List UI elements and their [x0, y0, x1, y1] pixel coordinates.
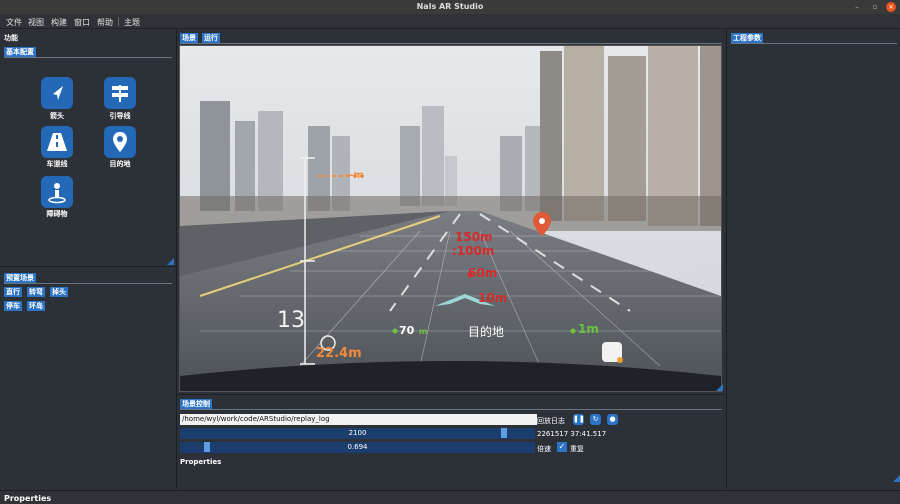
divider	[180, 409, 722, 410]
frame-slider-handle[interactable]	[501, 428, 507, 438]
lane-tool-label: 车道线	[46, 160, 68, 168]
preset-straight-button[interactable]: 直行	[4, 287, 22, 297]
maximize-icon[interactable]: ▫	[870, 2, 880, 12]
obstacle-tool-label: 障碍物	[46, 210, 68, 218]
playback-log-label: 回放日志	[537, 417, 565, 425]
properties-label: Properties	[180, 458, 222, 466]
pause-icon: ❚❚	[573, 415, 585, 423]
distance-10m: 10m	[478, 291, 508, 305]
divider	[180, 43, 722, 44]
menu-file[interactable]: 文件	[6, 17, 22, 28]
stop-icon: ●	[609, 415, 616, 423]
menu-view[interactable]: 视图	[28, 17, 44, 28]
bottom-dock: Properties	[0, 490, 900, 504]
destination-tool-label: 目的地	[109, 160, 131, 168]
menu-theme[interactable]: 主题	[124, 17, 140, 28]
stop-button[interactable]: ●	[607, 414, 618, 425]
title-bar: Nals AR Studio – ▫ ×	[0, 0, 900, 15]
person-obstacle-icon	[48, 183, 66, 204]
function-header: 功能	[4, 34, 18, 42]
preset-scenes-tag: 预置场景	[4, 273, 36, 283]
distance-60m: 60m	[468, 266, 498, 280]
destination-label: 目的地	[468, 325, 505, 339]
resize-grip-icon[interactable]	[167, 258, 174, 265]
preset-uturn-button[interactable]: 掉头	[50, 287, 68, 297]
tab-run[interactable]: 运行	[202, 33, 220, 43]
speed-slider[interactable]: 0.694	[180, 442, 535, 453]
scene-control-tag: 场景控制	[180, 399, 212, 409]
basic-config-tag: 基本配置	[4, 47, 36, 57]
menu-build[interactable]: 构建	[51, 17, 67, 28]
frame-slider[interactable]: 2100	[180, 428, 535, 439]
preset-park-button[interactable]: 停车	[4, 301, 22, 311]
tab-scene[interactable]: 场景	[180, 33, 198, 43]
guideline-tool-button[interactable]	[104, 77, 136, 109]
left-distance-unit: m	[419, 327, 428, 336]
frame-value: 2100	[348, 429, 367, 437]
lane-tool-button[interactable]	[41, 126, 73, 158]
resize-grip-icon[interactable]	[716, 384, 723, 391]
timestamp: 2261517 37:41.517	[537, 430, 607, 438]
minimize-icon[interactable]: –	[852, 2, 862, 12]
menu-help[interactable]: 帮助	[97, 17, 113, 28]
repeat-checkbox[interactable]: ✓	[557, 442, 567, 452]
preset-turn-button[interactable]: 转弯	[27, 287, 45, 297]
arrow-tool-button[interactable]	[41, 77, 73, 109]
pause-button[interactable]: ❚❚	[573, 414, 585, 425]
distance-150m: 150m	[455, 230, 493, 244]
divider	[4, 57, 172, 58]
refresh-icon: ↻	[592, 415, 599, 423]
checkmark-icon: ✓	[558, 442, 566, 451]
divider	[731, 43, 897, 44]
divider	[4, 283, 172, 284]
right-distance-value: 1m	[578, 322, 599, 336]
scale-number: 13	[277, 308, 305, 333]
arrow-tool-label: 箭头	[50, 112, 64, 120]
right-panel: 工程参数	[726, 29, 900, 489]
ar-scene-image	[180, 46, 721, 391]
guideline-tool-label: 引导线	[109, 112, 131, 120]
road-icon	[47, 133, 67, 151]
speed-value: 0.694	[347, 443, 368, 451]
left-distance-value: 70	[399, 324, 415, 337]
distance-100m: :100m	[452, 244, 495, 258]
arrow-nav-icon	[53, 86, 63, 100]
scene-panel: 场景 运行 13 --m 150m:100m 60m 10m 70 m 目的地…	[177, 29, 725, 393]
speed-slider-handle[interactable]	[204, 442, 210, 452]
speed-label: 倍速	[537, 445, 551, 453]
obstacle-tool-button[interactable]	[41, 176, 73, 208]
project-params-tag: 工程参数	[731, 33, 763, 43]
ar-viewport[interactable]: 13 --m 150m :100m 60m 10m 70 m 目的地 1m 22…	[179, 45, 722, 392]
menu-bar: 文件 视图 构建 窗口 帮助 主题	[0, 14, 900, 29]
refresh-button[interactable]: ↻	[590, 414, 601, 425]
bottom-properties-label: Properties	[4, 494, 52, 503]
panel-separator	[0, 266, 176, 267]
left-panel: 功能 基本配置 箭头 引导线 车道线 目的地 障碍物 预置场景 直行 转弯 掉头…	[0, 29, 177, 489]
menu-separator	[118, 17, 119, 26]
window-title: Nals AR Studio	[416, 2, 484, 11]
log-path-field[interactable]: /home/wyl/work/code/ARStudio/replay_log	[180, 414, 537, 425]
preset-roundabout-button[interactable]: 环岛	[27, 301, 45, 311]
location-pin-icon	[113, 132, 127, 152]
signpost-icon	[112, 85, 128, 102]
scene-control-panel: 场景控制 /home/wyl/work/code/ARStudio/replay…	[177, 394, 725, 490]
repeat-label: 重复	[570, 445, 584, 453]
dashed-distance-label: --m	[345, 170, 364, 181]
orange-distance-value: 22.4m	[316, 346, 362, 361]
close-icon[interactable]: ×	[886, 2, 896, 12]
destination-tool-button[interactable]	[104, 126, 136, 158]
resize-grip-icon[interactable]	[893, 475, 900, 482]
menu-window[interactable]: 窗口	[74, 17, 90, 28]
